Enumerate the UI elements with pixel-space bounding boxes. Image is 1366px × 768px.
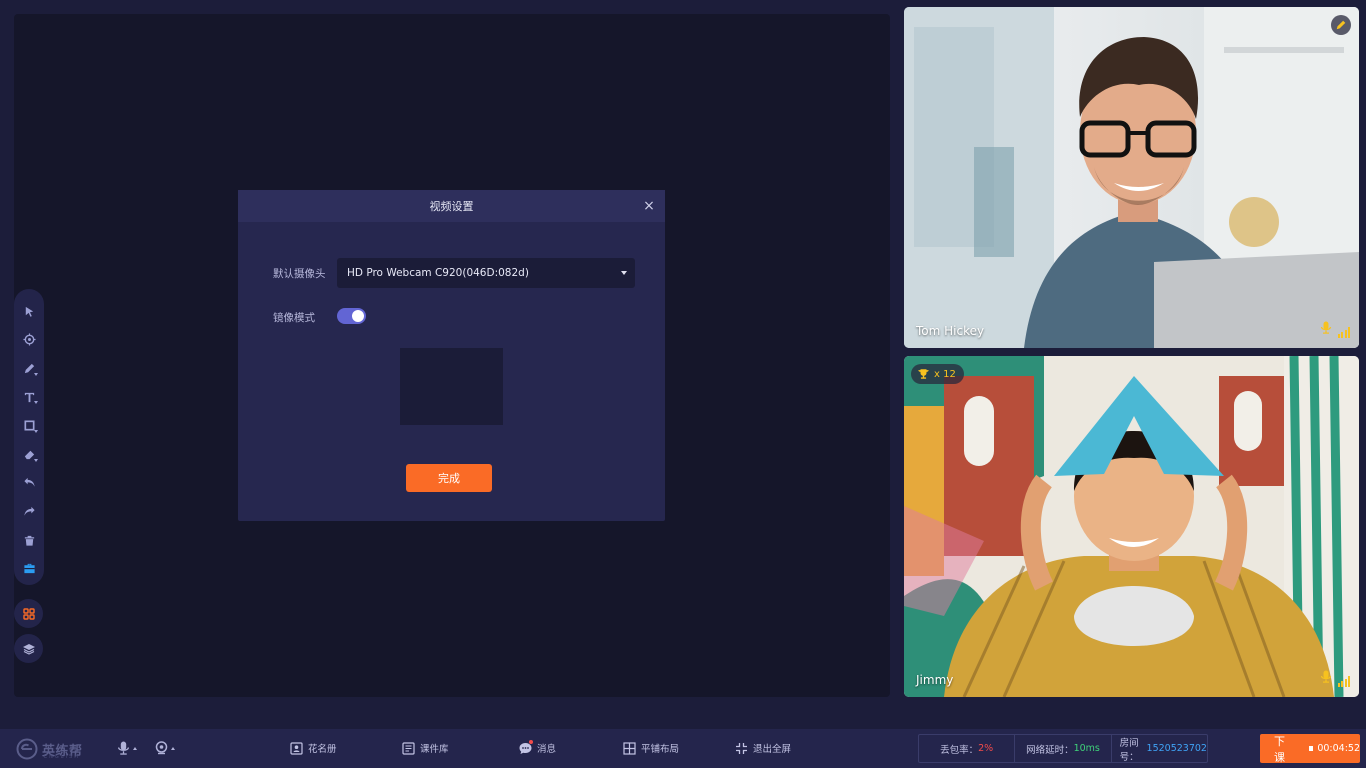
microphone-icon xyxy=(1320,319,1332,338)
microphone-icon xyxy=(118,741,129,755)
pen-icon[interactable] xyxy=(14,354,44,383)
latency-stat: 网络延时： 10ms xyxy=(1015,735,1112,762)
packet-loss-stat: 丢包率： 2% xyxy=(919,735,1016,762)
undo-icon[interactable] xyxy=(14,469,44,498)
network-stats: 丢包率： 2% 网络延时： 10ms 房间号： 1520523702 xyxy=(918,734,1208,763)
exit-fullscreen-icon xyxy=(736,742,747,754)
exit-fullscreen-label: 退出全屏 xyxy=(753,744,792,755)
text-icon[interactable] xyxy=(14,383,44,412)
dialog-title: 视频设置 xyxy=(429,200,474,213)
drawing-toolbar xyxy=(14,289,44,585)
courseware-icon xyxy=(402,741,415,755)
class-timer: 00:04:52 xyxy=(1317,743,1360,754)
video-tile-student[interactable]: x 12 Jimmy xyxy=(904,356,1359,697)
done-button[interactable]: 完成 xyxy=(406,464,492,492)
toolbox-icon[interactable] xyxy=(14,554,44,583)
dialog-header: 视频设置 × xyxy=(238,190,665,222)
teacher-video-image xyxy=(904,7,1359,348)
end-class-button[interactable]: 下 课 00:04:52 xyxy=(1260,734,1360,764)
caret-up-icon[interactable] xyxy=(133,746,137,750)
shape-icon[interactable] xyxy=(14,411,44,440)
video-status xyxy=(1320,668,1350,687)
laser-icon[interactable] xyxy=(14,326,44,355)
signal-strength-icon xyxy=(1337,676,1350,687)
camera-preview xyxy=(400,348,503,425)
camera-toggle[interactable] xyxy=(155,741,175,755)
webcam-icon xyxy=(155,741,168,755)
unread-dot xyxy=(529,740,533,744)
redo-icon[interactable] xyxy=(14,497,44,526)
mirror-label: 镜像模式 xyxy=(273,312,315,324)
video-status xyxy=(1320,319,1350,338)
messages-button[interactable]: 消息 xyxy=(519,740,557,755)
courseware-label: 课件库 xyxy=(420,744,449,755)
camera-label: 默认摄像头 xyxy=(273,268,326,280)
camera-select-value: HD Pro Webcam C920(046D:082d) xyxy=(347,267,529,279)
trophy-icon xyxy=(918,369,929,379)
layers-icon[interactable] xyxy=(14,634,43,663)
messages-label: 消息 xyxy=(537,744,557,755)
logo-subtitle: ENGLISH xyxy=(44,754,80,760)
participant-name: Jimmy xyxy=(916,673,954,687)
logo-icon xyxy=(16,738,38,760)
room-number-stat: 房间号： 1520523702 xyxy=(1112,735,1207,763)
room-number-label: 房间号： xyxy=(1119,737,1139,763)
participant-name: Tom Hickey xyxy=(916,324,985,338)
exit-fullscreen-button[interactable]: 退出全屏 xyxy=(735,741,791,755)
tile-layout-label: 平铺布局 xyxy=(641,744,680,755)
camera-select[interactable]: HD Pro Webcam C920(046D:082d) xyxy=(337,258,635,288)
recording-indicator-icon xyxy=(1308,746,1314,751)
trophy-badge: x 12 xyxy=(911,364,964,384)
microphone-icon xyxy=(1320,668,1332,687)
roster-label: 花名册 xyxy=(308,744,337,755)
pointer-icon[interactable] xyxy=(14,297,44,326)
mirror-toggle[interactable] xyxy=(337,308,366,324)
toggle-knob xyxy=(352,310,364,322)
video-tile-teacher[interactable]: Tom Hickey xyxy=(904,7,1359,348)
close-icon[interactable]: × xyxy=(641,198,657,214)
grid-layout-icon xyxy=(623,741,636,755)
student-video-image xyxy=(904,356,1359,697)
chevron-down-icon xyxy=(621,271,627,275)
roster-button[interactable]: 花名册 xyxy=(290,741,337,755)
pen-icon xyxy=(1336,20,1346,30)
room-number-value: 1520523702 xyxy=(1146,743,1207,754)
end-class-label: 下 课 xyxy=(1274,734,1285,764)
tile-layout-button[interactable]: 平铺布局 xyxy=(623,741,679,755)
caret-up-icon[interactable] xyxy=(171,746,175,750)
video-settings-dialog: 视频设置 × 默认摄像头 HD Pro Webcam C920(046D:082… xyxy=(238,190,665,521)
trash-icon[interactable] xyxy=(14,526,44,555)
app-logo: 英练帮 ENGLISH xyxy=(16,738,83,760)
packet-loss-value: 2% xyxy=(978,743,994,754)
eraser-icon[interactable] xyxy=(14,440,44,469)
latency-value: 10ms xyxy=(1073,743,1100,754)
trophy-count: x 12 xyxy=(934,368,956,380)
packet-loss-label: 丢包率： xyxy=(940,744,979,756)
courseware-button[interactable]: 课件库 xyxy=(402,741,449,755)
signal-strength-icon xyxy=(1337,327,1350,338)
bottom-bar: 英练帮 ENGLISH 花名册 课件库 消息 平铺布局 退出全屏 丢包率： 2%… xyxy=(0,729,1366,768)
apps-icon[interactable] xyxy=(14,599,43,628)
latency-label: 网络延时： xyxy=(1026,744,1074,756)
microphone-toggle[interactable] xyxy=(117,741,137,755)
roster-icon xyxy=(290,741,303,755)
edit-badge xyxy=(1331,15,1351,35)
